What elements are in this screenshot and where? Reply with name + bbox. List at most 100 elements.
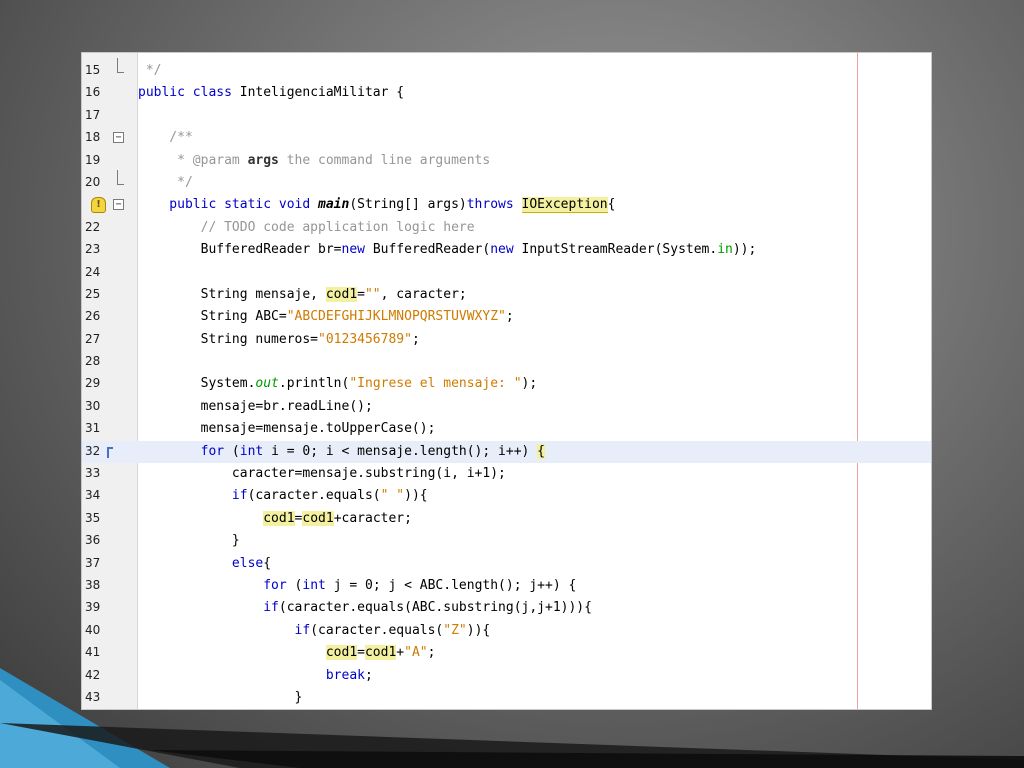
code-text: // TODO code application logic here — [138, 220, 475, 235]
lightbulb-warning-icon[interactable]: ! — [91, 197, 106, 214]
code-text: public class InteligenciaMilitar { — [138, 85, 404, 100]
code-text: String numeros="0123456789"; — [138, 332, 420, 347]
code-token: if — [294, 622, 311, 638]
code-token: out — [255, 376, 279, 392]
code-token: InputStreamReader(System. — [521, 242, 718, 258]
line-number: 37 — [85, 555, 101, 570]
code-line[interactable]: 20 */ — [82, 169, 931, 194]
code-line[interactable]: 32 for (int i = 0; i < mensaje.length();… — [82, 440, 931, 464]
code-line[interactable]: 15 */ — [82, 58, 931, 82]
code-token: */ — [138, 174, 193, 190]
code-token: cod1 — [325, 645, 358, 661]
code-token: ; — [364, 667, 373, 683]
code-token: InteligenciaMilitar { — [239, 85, 405, 101]
code-token: .println( — [278, 376, 350, 392]
line-number: 17 — [85, 107, 101, 122]
code-editor[interactable]: 15 */ 16 public class InteligenciaMilitar … — [81, 52, 932, 710]
code-text: } — [138, 690, 303, 705]
code-token: ; — [505, 309, 514, 325]
code-token: j = 0; j < ABC.length(); j++) { — [333, 577, 577, 593]
code-text: if(caracter.equals(" ")){ — [138, 488, 428, 503]
code-line[interactable]: 43 } — [82, 687, 931, 709]
code-line[interactable]: 28 — [82, 351, 931, 373]
code-token: new — [490, 242, 522, 258]
code-token: cod1 — [325, 286, 358, 302]
code-token: public class — [138, 85, 240, 101]
code-line[interactable]: 22 // TODO code application logic here — [82, 217, 931, 239]
code-token: )){ — [466, 622, 491, 638]
minus-box-icon[interactable]: − — [113, 132, 124, 144]
line-number: 30 — [85, 398, 101, 413]
code-line[interactable]: 35 cod1=cod1+caracter; — [82, 508, 931, 530]
line-number: 16 — [85, 85, 101, 100]
code-line[interactable]: 42 break; — [82, 665, 931, 687]
code-line[interactable]: 39 if(caracter.equals(ABC.substring(j,j+… — [82, 597, 931, 619]
code-token: )){ — [404, 488, 428, 504]
code-text: if(caracter.equals(ABC.substring(j,j+1))… — [138, 600, 592, 615]
code-line[interactable]: 29 System.out.println("Ingrese el mensaj… — [82, 373, 931, 395]
code-token: */ — [138, 63, 162, 78]
code-token: throws — [466, 197, 522, 213]
code-token: // TODO code application logic here — [138, 219, 475, 235]
code-token: )); — [732, 242, 757, 258]
code-token: int — [302, 577, 334, 593]
code-line[interactable]: 36 } — [82, 530, 931, 552]
code-line[interactable]: 41 cod1=cod1+"A"; — [82, 642, 931, 664]
line-number: 31 — [85, 421, 101, 436]
code-token: IOException — [521, 197, 608, 214]
code-token: "Ingrese el mensaje: " — [349, 376, 522, 392]
code-token: "ABCDEFGHIJKLMNOPQRSTUVWXYZ" — [286, 309, 506, 325]
code-line[interactable]: 19 * @param args the command line argume… — [82, 150, 931, 172]
code-token: * @param — [138, 152, 248, 168]
code-token: ( — [231, 443, 240, 459]
code-line[interactable]: 26 String ABC="ABCDEFGHIJKLMNOPQRSTUVWXY… — [82, 306, 931, 328]
code-line[interactable]: 25 String mensaje, cod1="", caracter; — [82, 284, 931, 306]
code-line[interactable]: 31 mensaje=mensaje.toUpperCase(); — [82, 418, 931, 440]
code-token: = — [357, 645, 365, 661]
fold-end-marker — [117, 58, 124, 73]
code-token: main — [318, 197, 350, 213]
code-token: ; — [411, 331, 420, 347]
code-line[interactable]: 17 — [82, 105, 931, 127]
line-number: 41 — [85, 645, 101, 660]
code-token: if — [231, 488, 248, 504]
code-token: (caracter.equals( — [247, 488, 381, 504]
code-text: System.out.println("Ingrese el mensaje: … — [138, 376, 538, 392]
line-number: 28 — [85, 354, 101, 369]
code-line[interactable]: ! − public static void main(String[] args… — [82, 194, 931, 216]
code-line[interactable]: 23 BufferedReader br=new BufferedReader(… — [82, 239, 931, 261]
code-line[interactable]: 34 if(caracter.equals(" ")){ — [82, 485, 931, 507]
code-line[interactable]: 27 String numeros="0123456789"; — [82, 329, 931, 351]
code-token: (String[] args) — [349, 197, 467, 213]
code-token: BufferedReader br= — [138, 242, 342, 258]
minus-box-icon[interactable]: − — [113, 199, 124, 211]
line-number: 15 — [85, 63, 101, 77]
code-line[interactable]: 16 public class InteligenciaMilitar { — [82, 82, 931, 104]
code-line[interactable]: 38 for (int j = 0; j < ABC.length(); j++… — [82, 575, 931, 597]
code-line[interactable]: 33 caracter=mensaje.substring(i, i+1); — [82, 463, 931, 485]
code-text: break; — [138, 668, 373, 683]
code-token: cod1 — [263, 510, 295, 526]
code-token: cod1 — [364, 645, 397, 661]
line-number: 19 — [85, 152, 101, 167]
code-line[interactable]: 30 mensaje=br.readLine(); — [82, 396, 931, 418]
code-line[interactable]: 40 if(caracter.equals("Z")){ — [82, 620, 931, 642]
code-text: mensaje=mensaje.toUpperCase(); — [138, 421, 436, 436]
code-line[interactable]: 37 else{ — [82, 553, 931, 575]
code-token: String mensaje, — [138, 286, 326, 302]
code-text: for (int j = 0; j < ABC.length(); j++) { — [138, 578, 576, 593]
code-token: } — [138, 533, 240, 549]
code-token: break — [325, 667, 365, 683]
code-line[interactable]: 18− /** — [82, 127, 931, 149]
code-text: if(caracter.equals("Z")){ — [138, 622, 491, 638]
line-number: 38 — [85, 577, 101, 592]
code-line[interactable]: 24 — [82, 262, 931, 284]
code-token: System. — [138, 376, 256, 392]
code-text: mensaje=br.readLine(); — [138, 399, 373, 414]
code-token: { — [537, 443, 545, 459]
